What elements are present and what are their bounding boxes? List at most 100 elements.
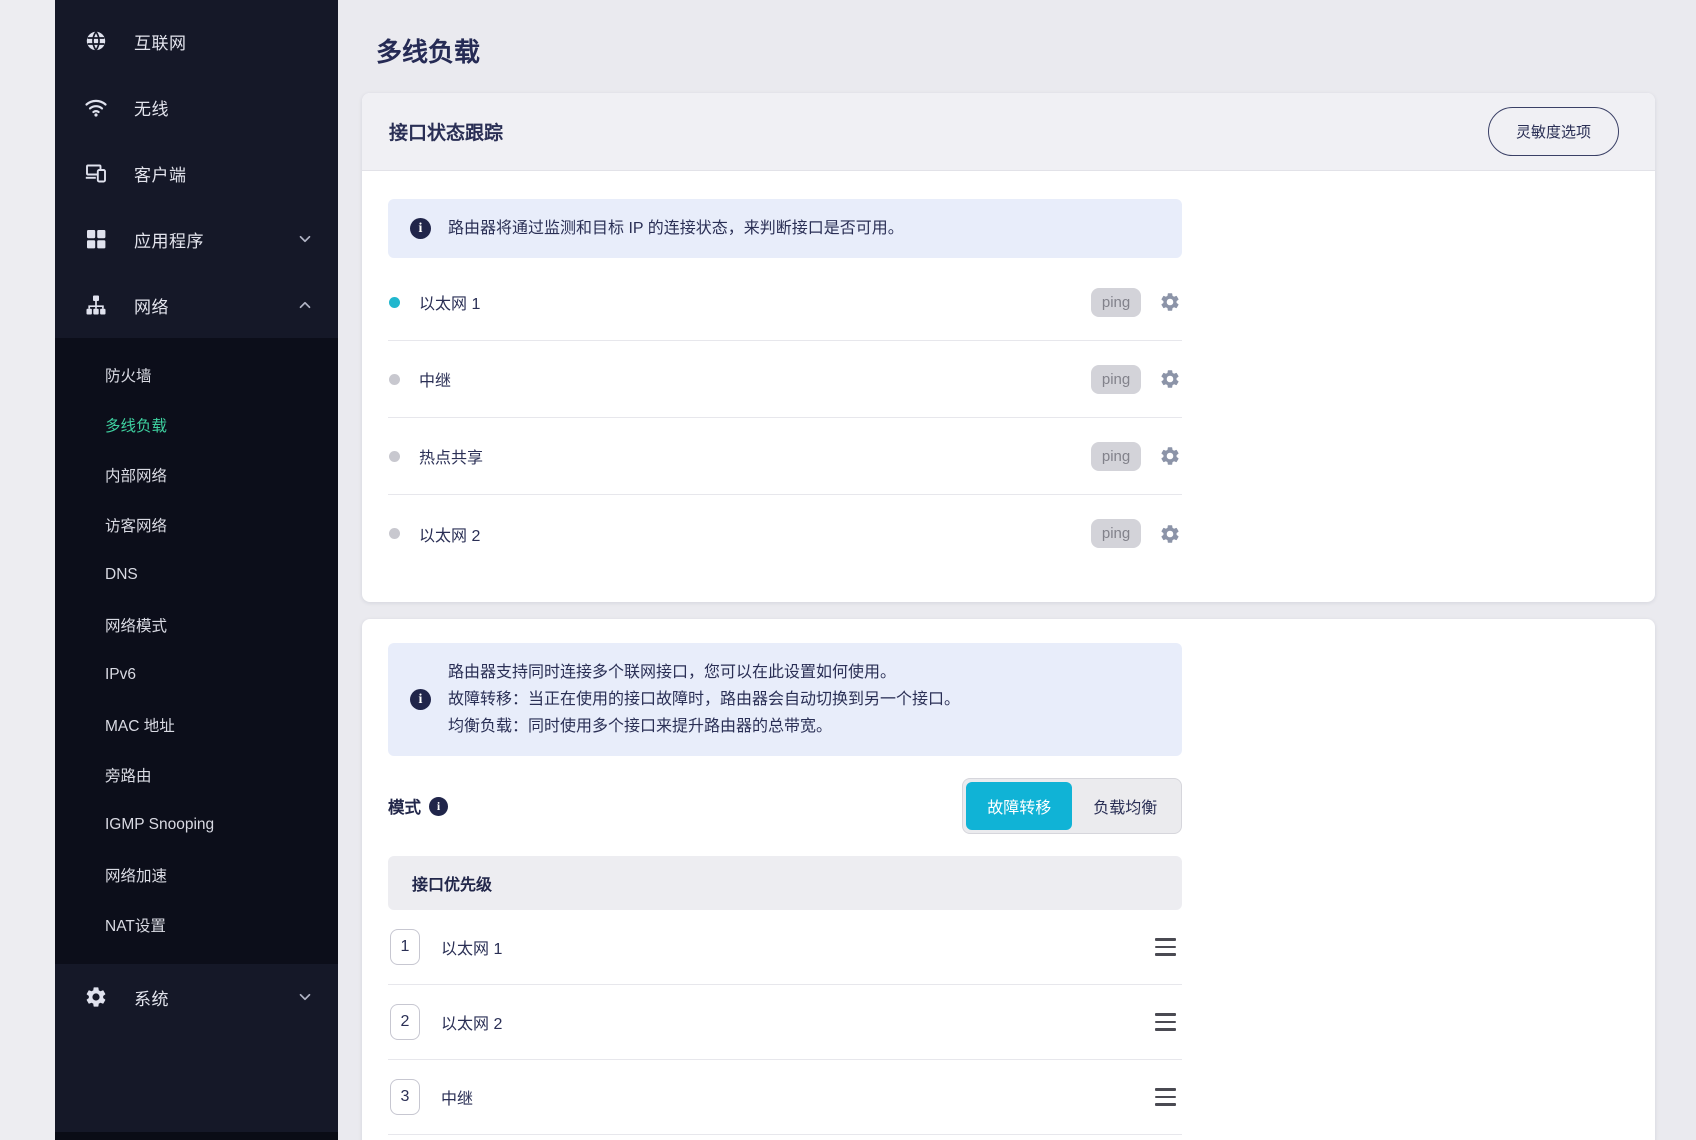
submenu-item-network-mode[interactable]: 网络模式 [55, 600, 338, 650]
interface-name: 中继 [419, 367, 451, 391]
mode-info-line1: 路由器支持同时连接多个联网接口，您可以在此设置如何使用。 [448, 664, 896, 681]
chevron-up-icon [296, 296, 314, 314]
gear-icon[interactable] [1159, 523, 1181, 545]
sidebar-item-system[interactable]: 系统 [55, 964, 338, 1030]
priority-name: 中继 [441, 1085, 473, 1109]
submenu-item-side-router[interactable]: 旁路由 [55, 750, 338, 800]
sidebar-submenu-network: 防火墙 多线负载 内部网络 访客网络 DNS 网络模式 IPv6 MAC 地址 … [55, 338, 338, 964]
ping-badge: ping [1091, 365, 1141, 394]
sidebar: 互联网 无线 客户端 应用程序 [55, 0, 338, 1140]
priority-name: 以太网 1 [441, 935, 502, 959]
main-content: 多线负载 接口状态跟踪 灵敏度选项 i 路由器将通过监测和目标 IP 的连接状态… [338, 0, 1696, 1140]
sidebar-item-clients[interactable]: 客户端 [55, 140, 338, 206]
mode-row: 模式 i 故障转移 负载均衡 [388, 778, 1182, 834]
drag-handle-icon[interactable] [1151, 1009, 1180, 1035]
network-icon [84, 293, 108, 317]
interface-tracking-card: 接口状态跟踪 灵敏度选项 i 路由器将通过监测和目标 IP 的连接状态，来判断接… [362, 93, 1655, 602]
submenu-item-guest-network[interactable]: 访客网络 [55, 500, 338, 550]
submenu-item-nat-settings[interactable]: NAT设置 [55, 900, 338, 950]
drag-handle-icon[interactable] [1151, 934, 1180, 960]
tracking-card-title: 接口状态跟踪 [389, 118, 503, 145]
sidebar-item-label: 互联网 [134, 29, 187, 54]
status-dot-offline [389, 451, 400, 462]
mode-card-body: i 路由器支持同时连接多个联网接口，您可以在此设置如何使用。 故障转移：当正在使… [362, 619, 1655, 1140]
sidebar-bottom-strip [55, 1132, 338, 1140]
sidebar-item-network[interactable]: 网络 [55, 272, 338, 338]
ping-badge: ping [1091, 288, 1141, 317]
status-dot-offline [389, 374, 400, 385]
submenu-item-mac-address[interactable]: MAC 地址 [55, 700, 338, 750]
gear-icon[interactable] [1159, 368, 1181, 390]
priority-number: 3 [390, 1079, 420, 1115]
app-root: 互联网 无线 客户端 应用程序 [0, 0, 1696, 1140]
chevron-down-icon [296, 230, 314, 248]
sensitivity-options-button[interactable]: 灵敏度选项 [1488, 107, 1619, 156]
gear-icon [84, 985, 108, 1009]
toggle-failover-button[interactable]: 故障转移 [966, 782, 1072, 830]
interface-row-ethernet1: 以太网 1 ping [388, 264, 1182, 341]
mode-label: 模式 i [388, 794, 448, 818]
submenu-item-dns[interactable]: DNS [55, 550, 338, 600]
interface-row-hotspot: 热点共享 ping [388, 418, 1182, 495]
sidebar-spacer [55, 1030, 338, 1132]
interface-name: 以太网 1 [419, 290, 480, 314]
status-dot-offline [389, 528, 400, 539]
sidebar-item-label: 客户端 [134, 161, 187, 186]
submenu-item-firewall[interactable]: 防火墙 [55, 350, 338, 400]
chevron-down-icon [296, 988, 314, 1006]
tracking-card-body: i 路由器将通过监测和目标 IP 的连接状态，来判断接口是否可用。 以太网 1 … [362, 171, 1655, 602]
priority-row-ethernet2: 2 以太网 2 [388, 985, 1182, 1060]
priority-name: 以太网 2 [441, 1010, 502, 1034]
info-icon[interactable]: i [429, 797, 448, 816]
sidebar-item-applications[interactable]: 应用程序 [55, 206, 338, 272]
sidebar-item-label: 网络 [134, 293, 169, 318]
interface-name: 热点共享 [419, 444, 483, 468]
priority-number: 2 [390, 1004, 420, 1040]
sidebar-item-internet[interactable]: 互联网 [55, 8, 338, 74]
gear-icon[interactable] [1159, 445, 1181, 467]
ping-badge: ping [1091, 442, 1141, 471]
submenu-item-internal-network[interactable]: 内部网络 [55, 450, 338, 500]
load-mode-card: i 路由器支持同时连接多个联网接口，您可以在此设置如何使用。 故障转移：当正在使… [362, 619, 1655, 1140]
submenu-item-network-acceleration[interactable]: 网络加速 [55, 850, 338, 900]
info-icon: i [410, 218, 431, 239]
page-title: 多线负载 [376, 32, 1655, 69]
tracking-info-text: 路由器将通过监测和目标 IP 的连接状态，来判断接口是否可用。 [448, 215, 904, 242]
mode-info-line2: 故障转移：当正在使用的接口故障时，路由器会自动切换到另一个接口。 [448, 691, 960, 708]
mode-label-text: 模式 [388, 794, 421, 818]
status-dot-online [389, 297, 400, 308]
toggle-load-balance-button[interactable]: 负载均衡 [1072, 782, 1178, 830]
priority-list: 1 以太网 1 2 以太网 2 3 中继 [388, 910, 1182, 1140]
sidebar-nav: 互联网 无线 客户端 应用程序 [55, 0, 338, 338]
devices-icon [84, 161, 108, 185]
wifi-icon [84, 95, 108, 119]
interface-list: 以太网 1 ping 中继 ping [388, 264, 1182, 572]
mode-info-banner: i 路由器支持同时连接多个联网接口，您可以在此设置如何使用。 故障转移：当正在使… [388, 643, 1182, 756]
submenu-item-igmp-snooping[interactable]: IGMP Snooping [55, 800, 338, 850]
left-margin-strip [0, 0, 55, 1140]
gear-icon[interactable] [1159, 291, 1181, 313]
priority-row-ethernet1: 1 以太网 1 [388, 910, 1182, 985]
submenu-item-multiwan[interactable]: 多线负载 [55, 400, 338, 450]
ping-badge: ping [1091, 519, 1141, 548]
tracking-info-banner: i 路由器将通过监测和目标 IP 的连接状态，来判断接口是否可用。 [388, 199, 1182, 258]
interface-name: 以太网 2 [419, 522, 480, 546]
interface-row-repeater: 中继 ping [388, 341, 1182, 418]
sidebar-item-label: 应用程序 [134, 227, 204, 252]
priority-row-hotspot: 4 热点共享 [388, 1135, 1182, 1140]
mode-info-text: 路由器支持同时连接多个联网接口，您可以在此设置如何使用。 故障转移：当正在使用的… [448, 659, 960, 740]
priority-number: 1 [390, 929, 420, 965]
drag-handle-icon[interactable] [1151, 1084, 1180, 1110]
sidebar-item-label: 系统 [134, 985, 169, 1010]
info-icon: i [410, 689, 431, 710]
sidebar-item-label: 无线 [134, 95, 169, 120]
sidebar-item-wireless[interactable]: 无线 [55, 74, 338, 140]
apps-icon [84, 227, 108, 251]
priority-row-repeater: 3 中继 [388, 1060, 1182, 1135]
submenu-item-ipv6[interactable]: IPv6 [55, 650, 338, 700]
interface-row-ethernet2: 以太网 2 ping [388, 495, 1182, 572]
globe-icon [84, 29, 108, 53]
mode-toggle-group: 故障转移 负载均衡 [962, 778, 1182, 834]
tracking-card-header: 接口状态跟踪 灵敏度选项 [362, 93, 1655, 171]
mode-info-line3: 均衡负载：同时使用多个接口来提升路由器的总带宽。 [448, 718, 832, 735]
